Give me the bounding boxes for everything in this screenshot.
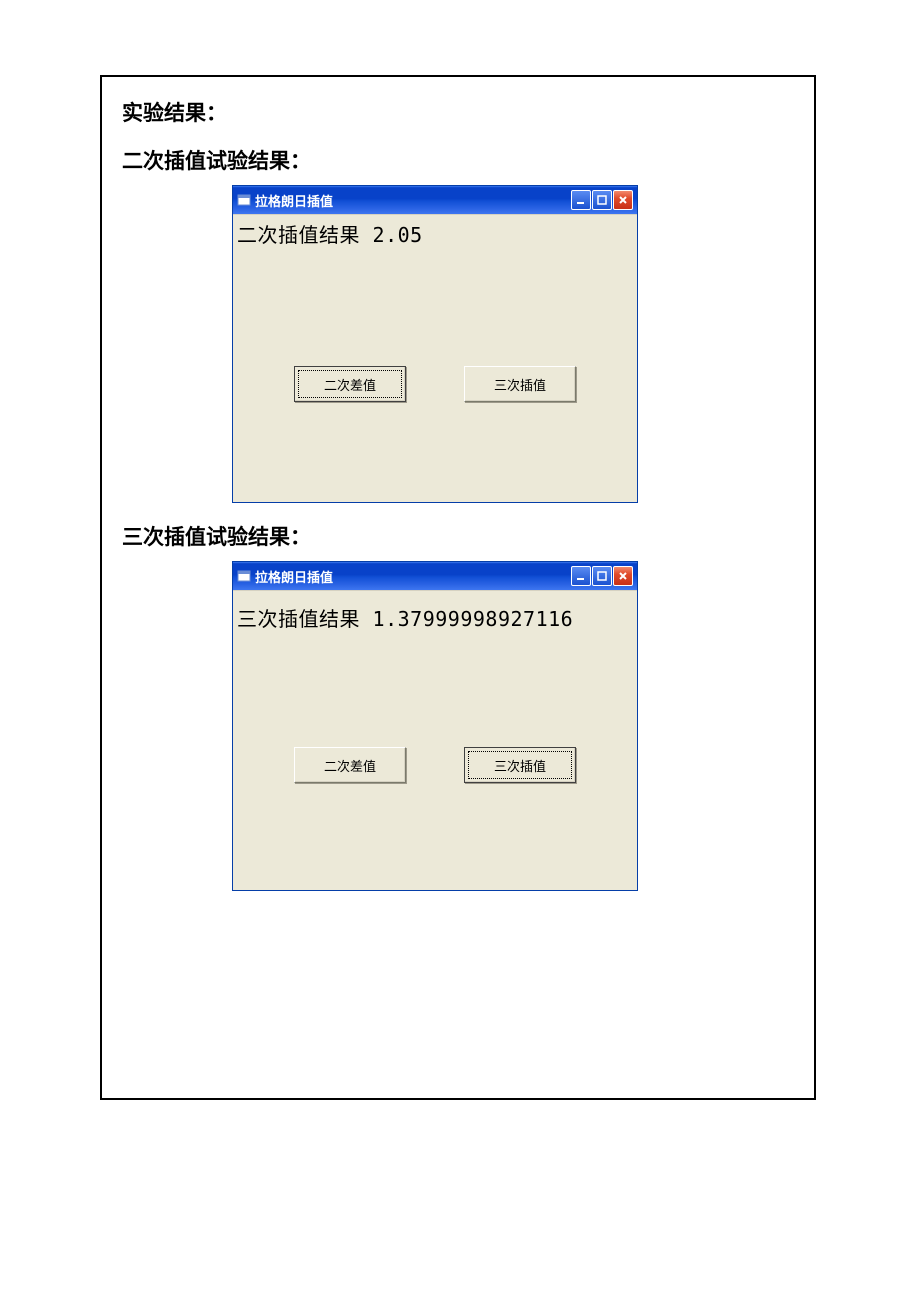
form-icon xyxy=(237,569,251,583)
quadratic-button[interactable]: 二次差值 xyxy=(294,747,406,783)
maximize-button[interactable] xyxy=(592,566,612,586)
titlebar-left: 拉格朗日插值 xyxy=(237,191,333,210)
document-frame: 实验结果： 二次插值试验结果： 拉格朗日插值 xyxy=(100,75,816,1100)
result-label: 三次插值结果 1.37999998927116 xyxy=(233,591,637,632)
window-controls xyxy=(571,566,633,586)
window-title: 拉格朗日插值 xyxy=(255,191,333,210)
cubic-button[interactable]: 三次插值 xyxy=(464,366,576,402)
button-row: 二次差值 三次插值 xyxy=(233,366,637,402)
quadratic-button[interactable]: 二次差值 xyxy=(294,366,406,402)
titlebar[interactable]: 拉格朗日插值 xyxy=(233,562,637,590)
close-button[interactable] xyxy=(613,190,633,210)
window-title: 拉格朗日插值 xyxy=(255,567,333,586)
main-heading: 实验结果： xyxy=(122,97,794,127)
client-area: 三次插值结果 1.37999998927116 二次差值 三次插值 xyxy=(233,590,637,890)
client-area: 二次插值结果 2.05 二次差值 三次插值 xyxy=(233,214,637,502)
form-icon xyxy=(237,193,251,207)
titlebar-left: 拉格朗日插值 xyxy=(237,567,333,586)
result-label: 二次插值结果 2.05 xyxy=(233,215,637,248)
minimize-button[interactable] xyxy=(571,566,591,586)
close-button[interactable] xyxy=(613,566,633,586)
minimize-button[interactable] xyxy=(571,190,591,210)
section2-heading: 三次插值试验结果： xyxy=(122,521,794,551)
button-row: 二次差值 三次插值 xyxy=(233,747,637,783)
app-window-1: 拉格朗日插值 二次插值结果 2.05 二次差值 三次插值 xyxy=(232,185,638,503)
titlebar[interactable]: 拉格朗日插值 xyxy=(233,186,637,214)
app-window-2: 拉格朗日插值 三次插值结果 1.37999998927116 二次差值 三次插值 xyxy=(232,561,638,891)
section1-heading: 二次插值试验结果： xyxy=(122,145,794,175)
cubic-button[interactable]: 三次插值 xyxy=(464,747,576,783)
window-controls xyxy=(571,190,633,210)
maximize-button[interactable] xyxy=(592,190,612,210)
